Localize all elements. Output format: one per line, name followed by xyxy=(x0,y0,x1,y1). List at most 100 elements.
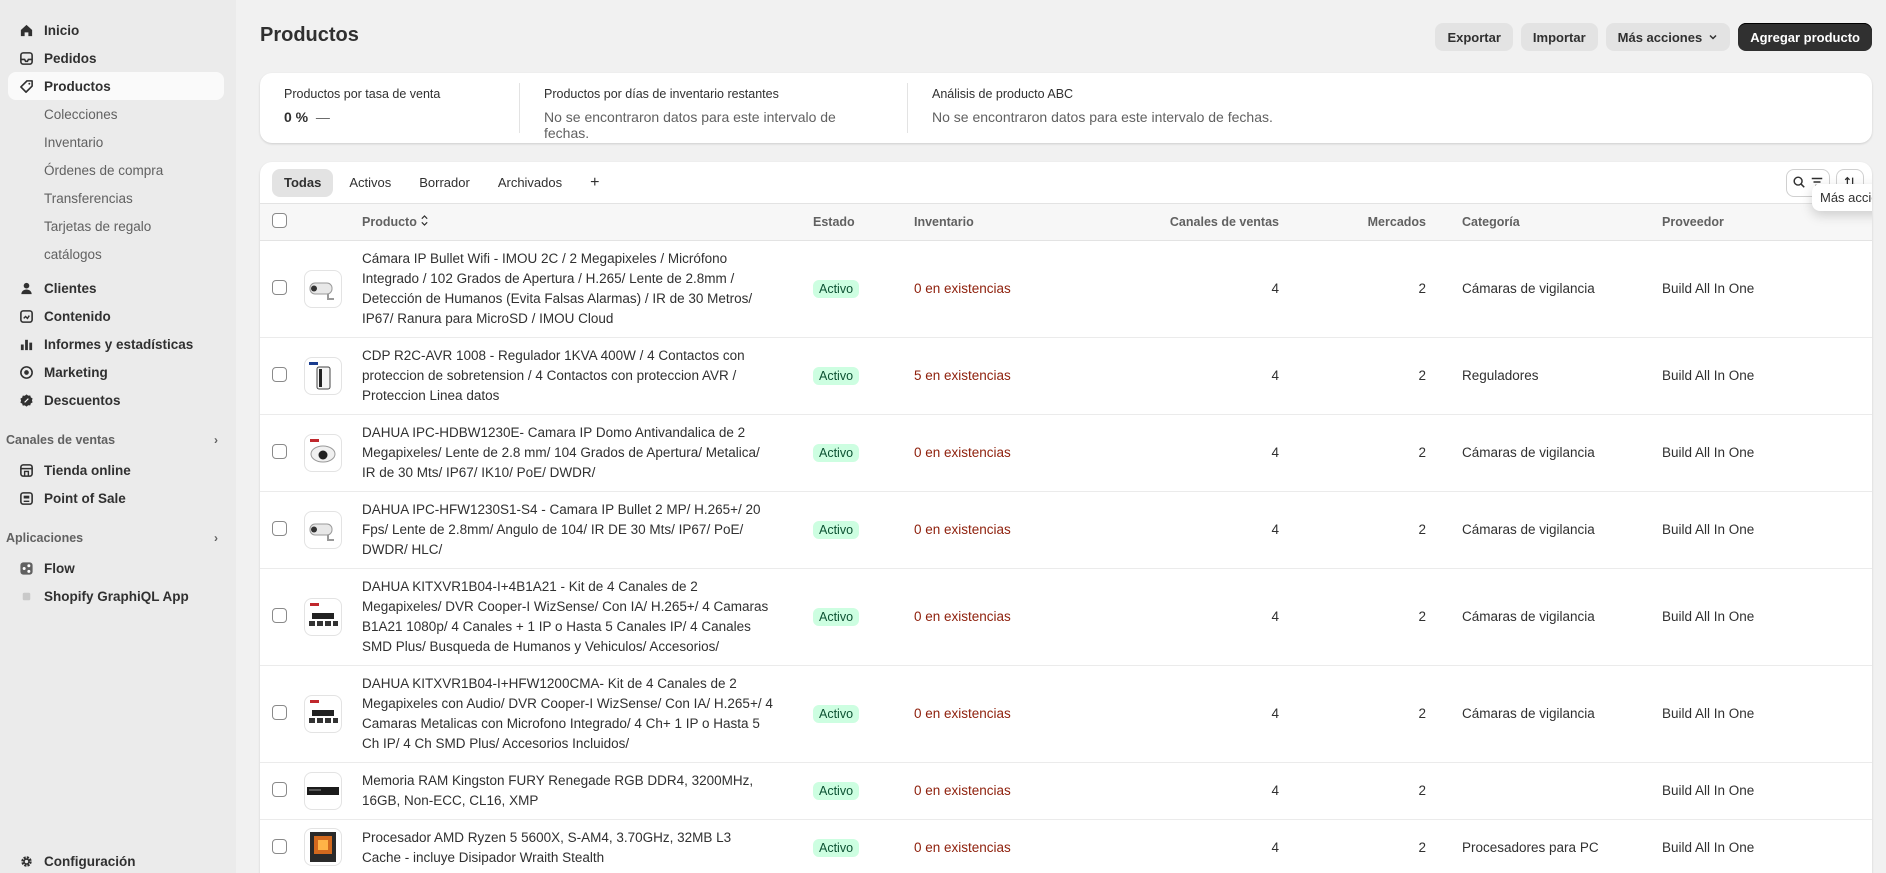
nav-point-of-sale[interactable]: Point of Sale xyxy=(8,484,224,512)
nav-descuentos[interactable]: Descuentos xyxy=(8,386,224,414)
nav-section-aplicaciones[interactable]: Aplicaciones › xyxy=(0,526,236,550)
table-row[interactable]: Memoria RAM Kingston FURY Renegade RGB D… xyxy=(260,762,1872,820)
row-status-cell: Activo xyxy=(813,240,914,338)
select-all-checkbox[interactable] xyxy=(272,212,287,228)
product-thumbnail[interactable] xyxy=(304,694,342,733)
stat-days-inventory[interactable]: Productos por días de inventario restant… xyxy=(520,83,908,141)
sort-asc-icon xyxy=(420,214,429,229)
more-actions-button[interactable]: Más acciones xyxy=(1605,23,1731,51)
product-name[interactable]: DAHUA IPC-HDBW1230E- Camara IP Domo Anti… xyxy=(362,415,813,491)
nav-contenido[interactable]: Contenido xyxy=(8,302,224,330)
row-channels-cell: 4 xyxy=(1089,819,1279,873)
table-row[interactable]: CDP R2C-AVR 1008 - Regulador 1KVA 400W /… xyxy=(260,337,1872,415)
row-select-cell xyxy=(260,240,304,338)
stat-abc-analysis[interactable]: Análisis de producto ABC No se encontrar… xyxy=(908,83,1328,133)
table-row[interactable]: DAHUA KITXVR1B04-I+HFW1200CMA- Kit de 4 … xyxy=(260,665,1872,763)
header-category[interactable]: Categoría xyxy=(1426,204,1662,241)
nav-productos[interactable]: Productos xyxy=(8,72,224,100)
product-thumbnail[interactable] xyxy=(304,597,342,636)
nav-inventario[interactable]: Inventario xyxy=(8,128,224,156)
row-checkbox[interactable] xyxy=(272,781,287,797)
tab-borrador[interactable]: Borrador xyxy=(407,169,482,197)
row-checkbox[interactable] xyxy=(272,443,287,459)
chevron-right-icon: › xyxy=(214,531,218,545)
product-name[interactable]: DAHUA KITXVR1B04-I+HFW1200CMA- Kit de 4 … xyxy=(362,666,813,762)
add-view-button[interactable]: + xyxy=(578,169,611,197)
row-status-cell: Activo xyxy=(813,568,914,666)
product-thumbnail[interactable] xyxy=(304,510,342,549)
header-product[interactable]: Producto xyxy=(362,204,813,241)
tab-todas[interactable]: Todas xyxy=(272,168,334,197)
nav-marketing[interactable]: Marketing xyxy=(8,358,224,386)
nav-inicio[interactable]: Inicio xyxy=(8,16,224,44)
row-thumb-cell xyxy=(304,337,362,415)
table-row[interactable]: DAHUA IPC-HDBW1230E- Camara IP Domo Anti… xyxy=(260,414,1872,492)
nav-configuracion[interactable]: Configuración xyxy=(8,847,224,873)
row-vendor-cell: Build All In One xyxy=(1662,337,1872,415)
nav-ordenes-compra[interactable]: Órdenes de compra xyxy=(8,156,224,184)
row-status-cell: Activo xyxy=(813,414,914,492)
row-checkbox[interactable] xyxy=(272,704,287,720)
tab-activos[interactable]: Activos xyxy=(337,169,403,197)
product-thumbnail[interactable] xyxy=(304,269,342,308)
nav-section-canales[interactable]: Canales de ventas › xyxy=(0,428,236,452)
product-name[interactable]: DAHUA IPC-HFW1230S1-S4 - Camara IP Bulle… xyxy=(362,492,813,568)
header-inventory[interactable]: Inventario xyxy=(914,204,1089,241)
nav-flow[interactable]: Flow xyxy=(8,554,224,582)
product-name[interactable]: CDP R2C-AVR 1008 - Regulador 1KVA 400W /… xyxy=(362,338,813,414)
product-name[interactable]: Cámara IP Bullet Wifi - IMOU 2C / 2 Mega… xyxy=(362,241,813,337)
more-actions-tooltip: Más acciones xyxy=(1812,184,1872,211)
row-checkbox[interactable] xyxy=(272,279,287,295)
export-button[interactable]: Exportar xyxy=(1435,23,1513,51)
row-thumb-cell xyxy=(304,414,362,492)
chart-icon xyxy=(18,336,34,352)
nav-pedidos[interactable]: Pedidos xyxy=(8,44,224,72)
row-inventory-cell: 0 en existencias xyxy=(914,414,1089,492)
row-thumb-cell xyxy=(304,568,362,666)
tab-archivados[interactable]: Archivados xyxy=(486,169,574,197)
table-row[interactable]: Procesador AMD Ryzen 5 5600X, S-AM4, 3.7… xyxy=(260,819,1872,873)
stat-value-row: 0 % — xyxy=(284,109,495,125)
product-thumbnail[interactable] xyxy=(304,828,342,866)
row-checkbox[interactable] xyxy=(272,607,287,623)
product-name[interactable]: DAHUA KITXVR1B04-I+4B1A21 - Kit de 4 Can… xyxy=(362,569,813,665)
nav-graphiql-app[interactable]: Shopify GraphiQL App xyxy=(8,582,224,610)
stat-label: Análisis de producto ABC xyxy=(932,87,1074,101)
row-status-cell: Activo xyxy=(813,762,914,820)
inbox-icon xyxy=(18,50,34,66)
nav-tienda-online[interactable]: Tienda online xyxy=(8,456,224,484)
stat-sell-rate[interactable]: Productos por tasa de venta 0 % — xyxy=(260,83,520,133)
add-product-button[interactable]: Agregar producto xyxy=(1738,23,1872,51)
product-thumbnail[interactable] xyxy=(304,433,342,472)
row-checkbox[interactable] xyxy=(272,838,287,854)
nav-clientes[interactable]: Clientes xyxy=(8,274,224,302)
row-checkbox[interactable] xyxy=(272,366,287,382)
nav-informes[interactable]: Informes y estadísticas xyxy=(8,330,224,358)
tag-icon xyxy=(18,78,34,94)
bullet-camera-image xyxy=(309,282,334,300)
row-markets-cell: 2 xyxy=(1279,491,1426,569)
product-name[interactable]: Memoria RAM Kingston FURY Renegade RGB D… xyxy=(362,763,813,819)
row-channels-cell: 4 xyxy=(1089,665,1279,763)
row-vendor-cell: Build All In One xyxy=(1662,568,1872,666)
row-product-cell: Procesador AMD Ryzen 5 5600X, S-AM4, 3.7… xyxy=(362,819,813,873)
nav-colecciones[interactable]: Colecciones xyxy=(8,100,224,128)
nav-catalogos[interactable]: catálogos xyxy=(8,240,224,268)
product-thumbnail[interactable] xyxy=(304,356,342,395)
header-status[interactable]: Estado xyxy=(813,204,914,241)
row-checkbox[interactable] xyxy=(272,520,287,536)
status-badge: Activo xyxy=(813,781,860,800)
row-select-cell xyxy=(260,665,304,763)
header-markets[interactable]: Mercados xyxy=(1279,204,1426,241)
header-channels[interactable]: Canales de ventas xyxy=(1089,204,1279,241)
table-row[interactable]: DAHUA IPC-HFW1230S1-S4 - Camara IP Bulle… xyxy=(260,491,1872,569)
table-row[interactable]: DAHUA KITXVR1B04-I+4B1A21 - Kit de 4 Can… xyxy=(260,568,1872,666)
nav-tarjetas-regalo[interactable]: Tarjetas de regalo xyxy=(8,212,224,240)
table-row[interactable]: Cámara IP Bullet Wifi - IMOU 2C / 2 Mega… xyxy=(260,240,1872,338)
product-thumbnail[interactable] xyxy=(304,771,342,810)
row-select-cell xyxy=(260,337,304,415)
nav-transferencias[interactable]: Transferencias xyxy=(8,184,224,212)
row-select-cell xyxy=(260,819,304,873)
import-button[interactable]: Importar xyxy=(1520,23,1598,51)
product-name[interactable]: Procesador AMD Ryzen 5 5600X, S-AM4, 3.7… xyxy=(362,820,813,873)
